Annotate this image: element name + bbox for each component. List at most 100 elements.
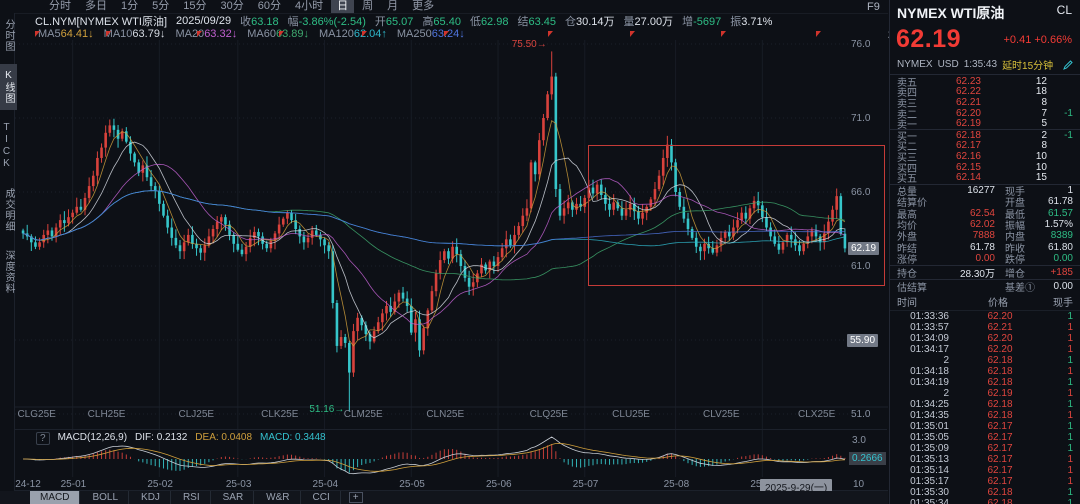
trade-row: 01:34:0962.201	[890, 333, 1080, 344]
trade-row: 01:34:2562.181	[890, 399, 1080, 410]
indicator-tab-W&R[interactable]: W&R	[256, 491, 300, 504]
book-row: 买五62.1415	[890, 172, 1080, 183]
stat-value: 0.00	[939, 253, 995, 264]
contract-label-CLM25E: CLM25E	[344, 409, 383, 420]
event-flag	[279, 31, 284, 37]
add-indicator-button[interactable]: +	[349, 492, 363, 503]
indicator-tab-SAR[interactable]: SAR	[213, 491, 255, 504]
book-qty: 18	[981, 86, 1047, 97]
stat-label: 估结算	[897, 279, 939, 294]
trade-price: 62.17	[949, 443, 1051, 454]
trade-qty: 1	[1051, 410, 1073, 421]
event-flag	[548, 31, 553, 37]
stat-value: 61.78	[1035, 196, 1073, 207]
indicator-tab-RSI[interactable]: RSI	[173, 491, 211, 504]
price-tick: 76.0	[851, 39, 870, 50]
trade-qty: 1	[1051, 443, 1073, 454]
book-qty: 10	[981, 162, 1047, 173]
event-flag	[721, 31, 726, 37]
trade-time: 01:34:18	[897, 366, 949, 377]
ask-levels: 卖五62.2312卖四62.2218卖三62.218卖二62.207-1卖一62…	[890, 76, 1080, 130]
macd-dif-value: DIF: 0.2132	[135, 432, 187, 445]
trade-row: 01:33:3662.201	[890, 311, 1080, 322]
contract-label-CLH25E: CLH25E	[88, 409, 126, 420]
book-qty: 10	[981, 151, 1047, 162]
trade-qty: 1	[1051, 432, 1073, 443]
last-price: 62.19	[896, 25, 961, 54]
date-tick-25-04: 25-04	[313, 479, 339, 490]
pane-divider	[15, 429, 887, 430]
contract-label-CLV25E: CLV25E	[703, 409, 740, 420]
indicator-tab-CCI[interactable]: CCI	[303, 491, 341, 504]
trade-qty: 1	[1051, 377, 1073, 388]
book-price: 62.16	[929, 151, 981, 162]
trades-col-time: 时间	[897, 294, 949, 309]
instrument-title: NYMEX WTI原油	[897, 3, 1004, 23]
book-price: 62.21	[929, 97, 981, 108]
stat-value: 0.00	[1035, 253, 1073, 264]
event-flag	[362, 31, 367, 37]
indicator-tab-BOLL[interactable]: BOLL	[82, 491, 129, 504]
delay-badge: 延时15分钟	[1002, 57, 1053, 72]
trade-qty: 1	[1051, 333, 1073, 344]
stat-label: 跌停	[995, 251, 1035, 266]
macd-value-tag: 0.2666	[849, 452, 886, 465]
contract-label-CLU25E: CLU25E	[612, 409, 650, 420]
trade-row: 01:35:3462.181	[890, 498, 1080, 504]
trade-price: 62.17	[949, 465, 1051, 476]
trade-qty: 1	[1051, 311, 1073, 322]
trade-price: 62.17	[949, 476, 1051, 487]
pencil-icon[interactable]	[1063, 60, 1073, 70]
date-tick-25-03: 25-03	[226, 479, 252, 490]
trade-qty: 1	[1051, 487, 1073, 498]
trade-price: 62.17	[949, 432, 1051, 443]
trade-qty: 1	[1051, 476, 1073, 487]
stat-value: 62.02	[939, 219, 995, 230]
macd-dea-value: DEA: 0.0408	[195, 432, 252, 445]
macd-axis-label: 3.0	[852, 435, 866, 446]
trade-time: 01:34:25	[897, 399, 949, 410]
event-flag	[106, 31, 111, 37]
trade-time: 01:34:17	[897, 344, 949, 355]
order-book[interactable]: 卖五62.2312卖四62.2218卖三62.218卖二62.207-1卖一62…	[890, 75, 1080, 185]
stat-value: 28.30万	[939, 265, 995, 280]
help-icon[interactable]: ?	[36, 432, 50, 445]
trade-time: 01:35:05	[897, 432, 949, 443]
stat-label: 基差①	[995, 279, 1035, 294]
stat-value: 16277	[939, 185, 995, 196]
trade-time: 01:35:17	[897, 476, 949, 487]
stat-value: 61.80	[1035, 242, 1073, 253]
time-and-sales[interactable]: 01:33:3662.20101:33:5762.21101:34:0962.2…	[890, 311, 1080, 504]
date-tick-25-08: 25-08	[664, 479, 690, 490]
macd-macd-value: MACD: 0.3448	[260, 432, 326, 445]
trade-price: 62.20	[949, 333, 1051, 344]
trade-price: 62.18	[949, 355, 1051, 366]
stats-block: 总量16277现手1结算价开盘61.78最高62.54最低61.57均价62.0…	[890, 185, 1080, 293]
indicator-tab-KDJ[interactable]: KDJ	[131, 491, 171, 504]
trade-qty: 1	[1051, 344, 1073, 355]
stat-value: +185	[1035, 267, 1073, 278]
sidebar-item-3[interactable]: TICK	[0, 116, 13, 176]
book-qty: 7	[981, 108, 1047, 119]
price-tick: 51.0	[851, 409, 870, 420]
event-flag	[197, 31, 202, 37]
last-price-tag: 62.19	[848, 242, 879, 255]
contract-label-CLX25E: CLX25E	[798, 409, 835, 420]
trade-qty: 1	[1051, 498, 1073, 504]
event-flag	[816, 31, 821, 37]
price-change: +0.41 +0.66%	[1003, 34, 1072, 46]
trade-price: 62.19	[949, 388, 1051, 399]
price-tick: 71.0	[851, 113, 870, 124]
stat-value: 1.57%	[1035, 219, 1073, 230]
trade-time: 01:35:13	[897, 454, 949, 465]
book-qty: 15	[981, 172, 1047, 183]
book-qty: 12	[981, 76, 1047, 87]
contract-axis: CLG25ECLH25ECLJ25ECLK25ECLM25ECLN25ECLQ2…	[15, 409, 848, 423]
price-tick: 66.0	[851, 187, 870, 198]
trade-time: 2	[897, 355, 949, 366]
trade-price: 62.18	[949, 366, 1051, 377]
trading-terminal: 分时图K线图TICK成交明细深度资料 分时多日1分5分15分30分60分4小时日…	[0, 0, 1080, 504]
indicator-tab-MACD[interactable]: MACD	[30, 491, 80, 504]
trade-row: 01:35:0962.171	[890, 443, 1080, 454]
trade-row: 262.191	[890, 388, 1080, 399]
